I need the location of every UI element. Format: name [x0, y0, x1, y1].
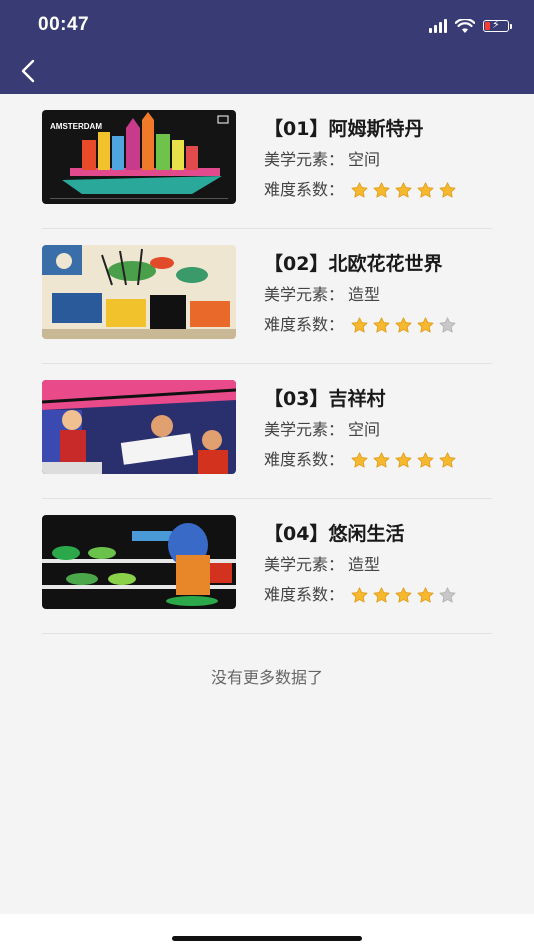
element-label: 美学元素： — [264, 420, 345, 439]
difficulty-label: 难度系数： — [264, 180, 345, 199]
element-row: 美学元素： 造型 — [264, 281, 457, 309]
item-info: 【04】悠闲生活 美学元素： 造型 难度系数： — [264, 519, 457, 609]
difficulty-row: 难度系数： — [264, 176, 457, 204]
difficulty-row: 难度系数： — [264, 446, 457, 474]
status-icons: ⚡ — [429, 16, 512, 36]
element-value: 造型 — [348, 555, 381, 574]
star-filled-icon — [373, 586, 390, 603]
list-item[interactable]: 【03】吉祥村 美学元素： 空间 难度系数： — [42, 364, 492, 499]
star-empty-icon — [439, 586, 456, 603]
star-filled-icon — [351, 586, 368, 603]
battery-icon: ⚡ — [483, 18, 512, 32]
artwork-thumbnail: AMSTERDAM — [42, 110, 236, 204]
item-info: 【02】北欧花花世界 美学元素： 造型 难度系数： — [264, 249, 457, 339]
difficulty-rating — [350, 451, 457, 470]
list-item[interactable]: AMSTERDAM 【01】阿姆斯特丹 美学元素： 空间 难度系数： — [42, 94, 492, 229]
star-filled-icon — [439, 181, 456, 198]
artwork-list: AMSTERDAM 【01】阿姆斯特丹 美学元素： 空间 难度系数： 【02】北… — [42, 94, 492, 634]
artwork-thumbnail — [42, 515, 236, 609]
star-filled-icon — [395, 316, 412, 333]
bottom-area — [0, 914, 534, 950]
element-value: 空间 — [348, 420, 381, 439]
item-info: 【03】吉祥村 美学元素： 空间 难度系数： — [264, 384, 457, 474]
element-label: 美学元素： — [264, 150, 345, 169]
status-time: 00:47 — [38, 14, 90, 35]
signal-icon — [429, 19, 447, 33]
back-icon[interactable] — [14, 56, 44, 86]
item-info: 【01】阿姆斯特丹 美学元素： 空间 难度系数： — [264, 114, 457, 204]
artwork-thumbnail — [42, 245, 236, 339]
star-filled-icon — [351, 316, 368, 333]
star-filled-icon — [351, 451, 368, 468]
star-filled-icon — [373, 316, 390, 333]
star-filled-icon — [417, 316, 434, 333]
item-title: 【02】北欧花花世界 — [264, 253, 443, 275]
home-indicator[interactable] — [172, 936, 362, 941]
star-filled-icon — [417, 586, 434, 603]
item-title: 【03】吉祥村 — [264, 388, 386, 410]
element-row: 美学元素： 空间 — [264, 416, 457, 444]
difficulty-label: 难度系数： — [264, 450, 345, 469]
element-value: 空间 — [348, 150, 381, 169]
element-row: 美学元素： 空间 — [264, 146, 457, 174]
header-bar: 00:47 ⚡ — [0, 0, 534, 94]
element-label: 美学元素： — [264, 285, 345, 304]
star-empty-icon — [439, 316, 456, 333]
difficulty-rating — [350, 181, 457, 200]
difficulty-row: 难度系数： — [264, 581, 457, 609]
difficulty-row: 难度系数： — [264, 311, 457, 339]
difficulty-rating — [350, 586, 457, 605]
artwork-thumbnail — [42, 380, 236, 474]
element-label: 美学元素： — [264, 555, 345, 574]
star-filled-icon — [395, 451, 412, 468]
list-item[interactable]: 【02】北欧花花世界 美学元素： 造型 难度系数： — [42, 229, 492, 364]
star-filled-icon — [395, 181, 412, 198]
star-filled-icon — [351, 181, 368, 198]
no-more-text: 没有更多数据了 — [210, 668, 323, 687]
star-filled-icon — [417, 451, 434, 468]
difficulty-rating — [350, 316, 457, 335]
item-title: 【01】阿姆斯特丹 — [264, 118, 424, 140]
star-filled-icon — [373, 181, 390, 198]
star-filled-icon — [395, 586, 412, 603]
difficulty-label: 难度系数： — [264, 315, 345, 334]
star-filled-icon — [417, 181, 434, 198]
element-value: 造型 — [348, 285, 381, 304]
thumb-title: AMSTERDAM — [50, 122, 102, 131]
element-row: 美学元素： 造型 — [264, 551, 457, 579]
star-filled-icon — [439, 451, 456, 468]
item-title: 【04】悠闲生活 — [264, 523, 405, 545]
list-item[interactable]: 【04】悠闲生活 美学元素： 造型 难度系数： — [42, 499, 492, 634]
wifi-icon — [455, 18, 475, 33]
star-filled-icon — [373, 451, 390, 468]
difficulty-label: 难度系数： — [264, 585, 345, 604]
